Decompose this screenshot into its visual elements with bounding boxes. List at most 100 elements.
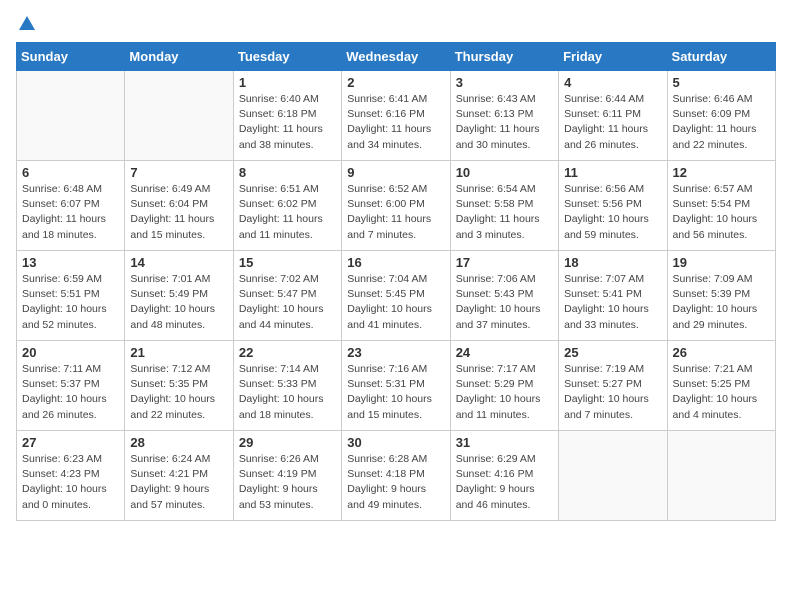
day-detail: Sunrise: 7:06 AM Sunset: 5:43 PM Dayligh… <box>456 272 553 333</box>
day-number: 13 <box>22 255 119 270</box>
day-number: 26 <box>673 345 770 360</box>
calendar-week-row: 13 Sunrise: 6:59 AM Sunset: 5:51 PM Dayli… <box>17 251 776 341</box>
day-number: 4 <box>564 75 661 90</box>
day-number: 1 <box>239 75 336 90</box>
calendar-cell: 17 Sunrise: 7:06 AM Sunset: 5:43 PM Dayli… <box>450 251 558 341</box>
calendar-cell: 27 Sunrise: 6:23 AM Sunset: 4:23 PM Dayli… <box>17 431 125 521</box>
calendar-cell <box>667 431 775 521</box>
calendar-week-row: 6 Sunrise: 6:48 AM Sunset: 6:07 PM Daylig… <box>17 161 776 251</box>
day-detail: Sunrise: 6:52 AM Sunset: 6:00 PM Dayligh… <box>347 182 444 243</box>
calendar-header-row: SundayMondayTuesdayWednesdayThursdayFrid… <box>17 43 776 71</box>
calendar-cell: 28 Sunrise: 6:24 AM Sunset: 4:21 PM Dayli… <box>125 431 233 521</box>
logo <box>16 16 36 32</box>
day-number: 7 <box>130 165 227 180</box>
day-detail: Sunrise: 7:17 AM Sunset: 5:29 PM Dayligh… <box>456 362 553 423</box>
day-detail: Sunrise: 7:01 AM Sunset: 5:49 PM Dayligh… <box>130 272 227 333</box>
day-detail: Sunrise: 6:28 AM Sunset: 4:18 PM Dayligh… <box>347 452 444 513</box>
day-number: 20 <box>22 345 119 360</box>
day-detail: Sunrise: 6:44 AM Sunset: 6:11 PM Dayligh… <box>564 92 661 153</box>
header-sunday: Sunday <box>17 43 125 71</box>
calendar-cell: 4 Sunrise: 6:44 AM Sunset: 6:11 PM Daylig… <box>559 71 667 161</box>
day-detail: Sunrise: 7:11 AM Sunset: 5:37 PM Dayligh… <box>22 362 119 423</box>
calendar-cell <box>559 431 667 521</box>
header-tuesday: Tuesday <box>233 43 341 71</box>
day-number: 30 <box>347 435 444 450</box>
calendar-cell: 20 Sunrise: 7:11 AM Sunset: 5:37 PM Dayli… <box>17 341 125 431</box>
calendar-cell: 21 Sunrise: 7:12 AM Sunset: 5:35 PM Dayli… <box>125 341 233 431</box>
day-number: 8 <box>239 165 336 180</box>
day-number: 24 <box>456 345 553 360</box>
day-number: 21 <box>130 345 227 360</box>
day-number: 5 <box>673 75 770 90</box>
day-detail: Sunrise: 7:09 AM Sunset: 5:39 PM Dayligh… <box>673 272 770 333</box>
day-number: 6 <box>22 165 119 180</box>
day-detail: Sunrise: 6:41 AM Sunset: 6:16 PM Dayligh… <box>347 92 444 153</box>
calendar-cell: 2 Sunrise: 6:41 AM Sunset: 6:16 PM Daylig… <box>342 71 450 161</box>
day-number: 12 <box>673 165 770 180</box>
header-saturday: Saturday <box>667 43 775 71</box>
logo-triangle-icon <box>18 14 36 32</box>
day-number: 10 <box>456 165 553 180</box>
day-number: 23 <box>347 345 444 360</box>
day-number: 14 <box>130 255 227 270</box>
calendar-cell: 14 Sunrise: 7:01 AM Sunset: 5:49 PM Dayli… <box>125 251 233 341</box>
day-detail: Sunrise: 6:40 AM Sunset: 6:18 PM Dayligh… <box>239 92 336 153</box>
day-detail: Sunrise: 6:29 AM Sunset: 4:16 PM Dayligh… <box>456 452 553 513</box>
day-detail: Sunrise: 6:23 AM Sunset: 4:23 PM Dayligh… <box>22 452 119 513</box>
day-detail: Sunrise: 6:48 AM Sunset: 6:07 PM Dayligh… <box>22 182 119 243</box>
day-number: 17 <box>456 255 553 270</box>
calendar-week-row: 1 Sunrise: 6:40 AM Sunset: 6:18 PM Daylig… <box>17 71 776 161</box>
day-number: 15 <box>239 255 336 270</box>
day-number: 11 <box>564 165 661 180</box>
calendar-cell: 22 Sunrise: 7:14 AM Sunset: 5:33 PM Dayli… <box>233 341 341 431</box>
day-number: 2 <box>347 75 444 90</box>
day-detail: Sunrise: 6:24 AM Sunset: 4:21 PM Dayligh… <box>130 452 227 513</box>
day-detail: Sunrise: 6:49 AM Sunset: 6:04 PM Dayligh… <box>130 182 227 243</box>
day-number: 22 <box>239 345 336 360</box>
day-number: 27 <box>22 435 119 450</box>
calendar-cell: 26Sunrise: 7:21 AM Sunset: 5:25 PM Dayli… <box>667 341 775 431</box>
day-detail: Sunrise: 6:54 AM Sunset: 5:58 PM Dayligh… <box>456 182 553 243</box>
calendar-cell: 25Sunrise: 7:19 AM Sunset: 5:27 PM Dayli… <box>559 341 667 431</box>
calendar-cell: 3Sunrise: 6:43 AM Sunset: 6:13 PM Daylig… <box>450 71 558 161</box>
day-detail: Sunrise: 6:46 AM Sunset: 6:09 PM Dayligh… <box>673 92 770 153</box>
calendar-cell: 7 Sunrise: 6:49 AM Sunset: 6:04 PM Daylig… <box>125 161 233 251</box>
day-detail: Sunrise: 7:04 AM Sunset: 5:45 PM Dayligh… <box>347 272 444 333</box>
calendar-cell: 5 Sunrise: 6:46 AM Sunset: 6:09 PM Daylig… <box>667 71 775 161</box>
calendar-cell: 16 Sunrise: 7:04 AM Sunset: 5:45 PM Dayli… <box>342 251 450 341</box>
calendar-cell <box>17 71 125 161</box>
day-detail: Sunrise: 7:19 AM Sunset: 5:27 PM Dayligh… <box>564 362 661 423</box>
day-detail: Sunrise: 7:12 AM Sunset: 5:35 PM Dayligh… <box>130 362 227 423</box>
calendar-cell: 10 Sunrise: 6:54 AM Sunset: 5:58 PM Dayli… <box>450 161 558 251</box>
calendar-cell: 23 Sunrise: 7:16 AM Sunset: 5:31 PM Dayli… <box>342 341 450 431</box>
calendar-cell: 6 Sunrise: 6:48 AM Sunset: 6:07 PM Daylig… <box>17 161 125 251</box>
calendar-week-row: 20 Sunrise: 7:11 AM Sunset: 5:37 PM Dayli… <box>17 341 776 431</box>
calendar-cell: 1 Sunrise: 6:40 AM Sunset: 6:18 PM Daylig… <box>233 71 341 161</box>
calendar-week-row: 27 Sunrise: 6:23 AM Sunset: 4:23 PM Dayli… <box>17 431 776 521</box>
header-thursday: Thursday <box>450 43 558 71</box>
day-number: 19 <box>673 255 770 270</box>
calendar-cell: 13 Sunrise: 6:59 AM Sunset: 5:51 PM Dayli… <box>17 251 125 341</box>
calendar-cell: 11 Sunrise: 6:56 AM Sunset: 5:56 PM Dayli… <box>559 161 667 251</box>
calendar-table: SundayMondayTuesdayWednesdayThursdayFrid… <box>16 42 776 521</box>
day-number: 28 <box>130 435 227 450</box>
day-detail: Sunrise: 6:57 AM Sunset: 5:54 PM Dayligh… <box>673 182 770 243</box>
day-detail: Sunrise: 7:16 AM Sunset: 5:31 PM Dayligh… <box>347 362 444 423</box>
day-detail: Sunrise: 6:59 AM Sunset: 5:51 PM Dayligh… <box>22 272 119 333</box>
calendar-cell: 24 Sunrise: 7:17 AM Sunset: 5:29 PM Dayli… <box>450 341 558 431</box>
day-number: 16 <box>347 255 444 270</box>
day-detail: Sunrise: 7:14 AM Sunset: 5:33 PM Dayligh… <box>239 362 336 423</box>
day-detail: Sunrise: 7:07 AM Sunset: 5:41 PM Dayligh… <box>564 272 661 333</box>
day-detail: Sunrise: 6:26 AM Sunset: 4:19 PM Dayligh… <box>239 452 336 513</box>
header-friday: Friday <box>559 43 667 71</box>
calendar-cell: 15Sunrise: 7:02 AM Sunset: 5:47 PM Dayli… <box>233 251 341 341</box>
calendar-cell <box>125 71 233 161</box>
calendar-cell: 18 Sunrise: 7:07 AM Sunset: 5:41 PM Dayli… <box>559 251 667 341</box>
calendar-cell: 9Sunrise: 6:52 AM Sunset: 6:00 PM Daylig… <box>342 161 450 251</box>
day-number: 18 <box>564 255 661 270</box>
day-detail: Sunrise: 6:56 AM Sunset: 5:56 PM Dayligh… <box>564 182 661 243</box>
day-number: 3 <box>456 75 553 90</box>
day-number: 29 <box>239 435 336 450</box>
page-header <box>16 16 776 32</box>
calendar-cell: 8Sunrise: 6:51 AM Sunset: 6:02 PM Daylig… <box>233 161 341 251</box>
